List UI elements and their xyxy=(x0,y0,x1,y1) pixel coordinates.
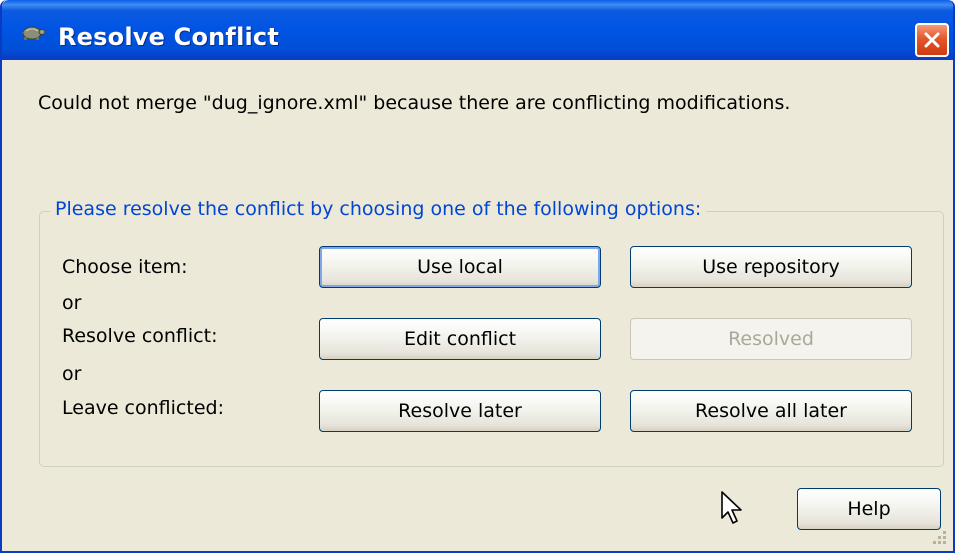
conflict-message: Could not merge "dug_ignore.xml" because… xyxy=(38,92,791,114)
or-label: or xyxy=(62,363,82,385)
use-repository-button[interactable]: Use repository xyxy=(630,246,912,288)
resolve-later-button[interactable]: Resolve later xyxy=(319,390,601,432)
group-legend: Please resolve the conflict by choosing … xyxy=(50,198,707,220)
window-title: Resolve Conflict xyxy=(58,23,280,51)
choose-item-label: Choose item: xyxy=(62,256,188,278)
edit-conflict-button[interactable]: Edit conflict xyxy=(319,318,601,360)
close-button[interactable] xyxy=(915,23,949,57)
tortoise-icon xyxy=(18,24,46,40)
resolve-all-later-button[interactable]: Resolve all later xyxy=(630,390,912,432)
resolve-options-group: Please resolve the conflict by choosing … xyxy=(39,198,944,467)
resolve-conflict-label: Resolve conflict: xyxy=(62,325,218,347)
title-bar[interactable]: Resolve Conflict xyxy=(2,0,953,60)
use-local-button[interactable]: Use local xyxy=(319,246,601,288)
mouse-pointer-icon xyxy=(720,490,746,530)
resolve-conflict-dialog: Resolve Conflict Could not merge "dug_ig… xyxy=(0,0,955,553)
dialog-body: Could not merge "dug_ignore.xml" because… xyxy=(2,60,953,551)
help-button[interactable]: Help xyxy=(797,488,941,530)
resize-grip-icon[interactable] xyxy=(930,528,948,551)
or-label: or xyxy=(62,292,82,314)
leave-conflicted-label: Leave conflicted: xyxy=(62,397,224,419)
resolved-button: Resolved xyxy=(630,318,912,360)
